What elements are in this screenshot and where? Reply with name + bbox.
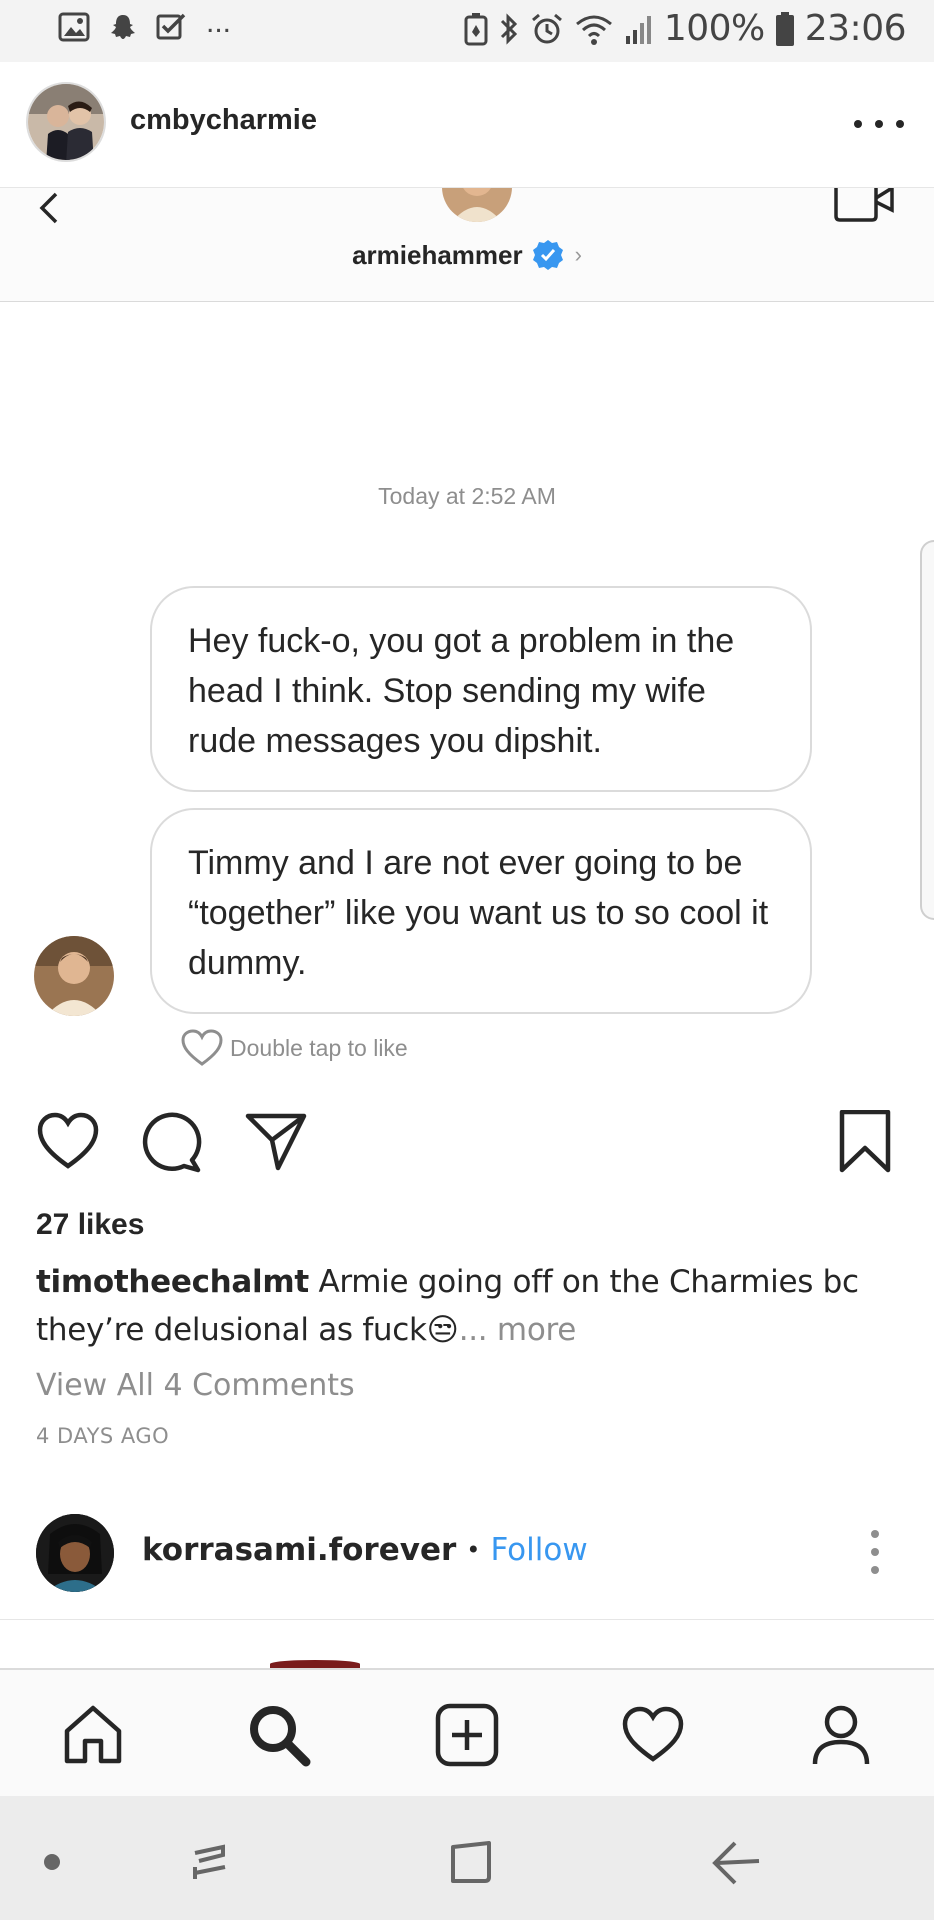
battery-icon — [775, 11, 794, 46]
view-comments-link[interactable]: View All 4 Comments — [36, 1368, 355, 1403]
clock: 23:06 — [804, 8, 907, 49]
heart-outline-icon — [181, 1029, 223, 1066]
share-send-icon[interactable] — [244, 1110, 308, 1174]
separator-dot: • — [466, 1536, 481, 1564]
comment-icon[interactable] — [140, 1110, 204, 1174]
home-button-icon[interactable] — [440, 1832, 500, 1892]
back-arrow-icon — [39, 192, 58, 224]
battery-percent: 100% — [663, 8, 765, 49]
battery-saver-icon — [464, 12, 488, 45]
status-bar-system: 100% 23:06 — [464, 8, 907, 49]
dm-contact-row: armiehammer › — [0, 238, 934, 272]
gallery-icon — [58, 12, 90, 42]
double-tap-hint: Double tap to like — [180, 1028, 408, 1068]
next-post-avatar[interactable] — [36, 1514, 114, 1592]
next-post-username[interactable]: korrasami.forever — [142, 1532, 456, 1568]
next-post-user-line: korrasami.forever • Follow — [142, 1532, 588, 1568]
status-bar-notifications: ... — [58, 6, 231, 42]
post-caption: timotheechalmt Armie going off on the Ch… — [36, 1258, 896, 1354]
like-heart-icon[interactable] — [36, 1110, 100, 1174]
checkbox-icon — [156, 13, 186, 40]
dm-contact-avatar — [442, 188, 512, 222]
post-actions — [0, 1110, 934, 1190]
add-post-icon[interactable] — [432, 1700, 502, 1770]
snapchat-icon — [111, 15, 135, 39]
dm-message-bubble: Timmy and I are not ever going to be “to… — [150, 808, 812, 1014]
bottom-navigation — [0, 1668, 934, 1796]
dm-message-bubble: Hey fuck-o, you got a problem in the hea… — [150, 586, 812, 792]
next-post-image-peek — [270, 1660, 360, 1668]
back-button-icon[interactable] — [706, 1832, 766, 1892]
post-options-icon[interactable] — [854, 104, 904, 144]
dm-sender-avatar — [34, 936, 114, 1016]
profile-icon[interactable] — [806, 1700, 876, 1770]
verified-badge-icon — [532, 240, 563, 270]
bluetooth-icon — [500, 12, 517, 45]
post-image[interactable]: armiehammer › Today at 2:52 AM Hey fuck-… — [0, 188, 934, 1078]
activity-heart-icon[interactable] — [618, 1700, 688, 1770]
alarm-icon — [531, 13, 562, 43]
dm-timestamp: Today at 2:52 AM — [378, 483, 556, 509]
post-header: cmbycharmie — [0, 62, 934, 188]
video-call-icon — [834, 188, 894, 222]
status-bar: ... 100% 23:06 — [0, 0, 934, 62]
dm-header: armiehammer › — [0, 188, 934, 302]
nav-dot-icon[interactable] — [22, 1832, 82, 1892]
notification-overflow: ... — [206, 6, 232, 39]
next-post-header: korrasami.forever • Follow — [0, 1500, 934, 1620]
home-icon[interactable] — [58, 1700, 128, 1770]
recent-apps-icon[interactable] — [180, 1832, 240, 1892]
dm-contact-name: armiehammer — [352, 239, 523, 270]
bookmark-icon[interactable] — [838, 1110, 892, 1174]
follow-button[interactable]: Follow — [490, 1532, 587, 1568]
search-icon[interactable] — [244, 1700, 314, 1770]
post-author-avatar[interactable] — [26, 82, 106, 162]
double-tap-label: Double tap to like — [230, 1034, 408, 1061]
post-author-username[interactable]: cmbycharmie — [130, 104, 317, 137]
post-timestamp: 4 DAYS AGO — [36, 1424, 170, 1448]
next-post-options-icon[interactable] — [870, 1530, 880, 1574]
signal-icon — [625, 15, 651, 44]
caption-username[interactable]: timotheechalmt — [36, 1264, 309, 1300]
likes-count[interactable]: 27 likes — [36, 1208, 144, 1242]
chevron-right-icon: › — [574, 242, 582, 267]
wifi-icon — [575, 15, 612, 45]
dm-scroll-handle — [920, 540, 934, 920]
caption-more-link[interactable]: ... more — [459, 1312, 577, 1348]
system-navigation — [0, 1796, 934, 1920]
